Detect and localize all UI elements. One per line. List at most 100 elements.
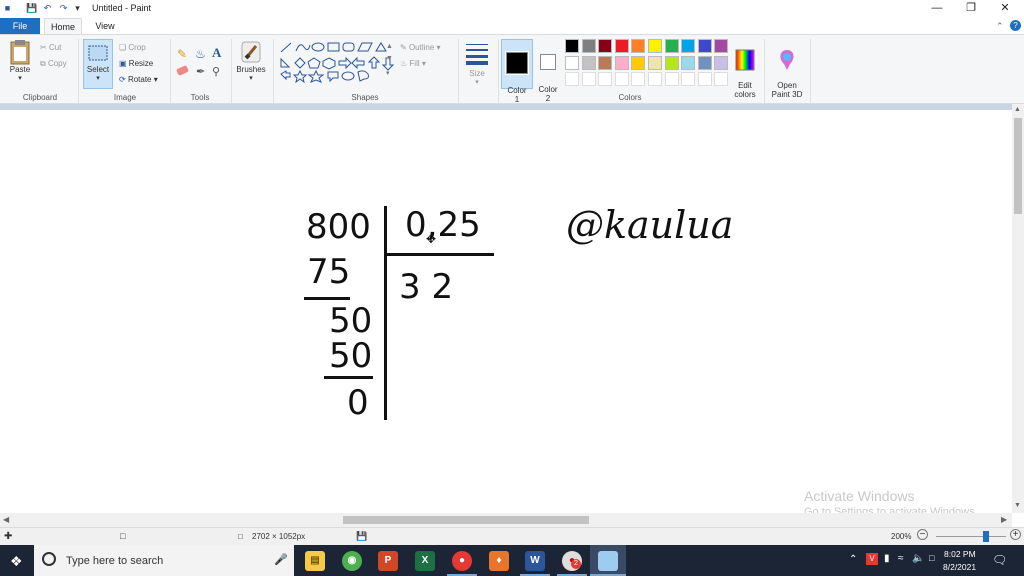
zoom-in-button[interactable]: + — [1010, 529, 1021, 540]
close-button[interactable]: ✕ — [988, 0, 1022, 18]
select-button[interactable]: Select ▾ — [83, 39, 113, 89]
palette-custom-swatch[interactable] — [664, 72, 679, 86]
minimize-button[interactable]: — — [920, 0, 954, 18]
palette-color-swatch[interactable] — [681, 55, 696, 70]
palette-color-swatch[interactable] — [581, 55, 596, 70]
tab-home[interactable]: Home — [44, 18, 82, 34]
palette-color-swatch[interactable] — [565, 55, 579, 70]
vivaldi-tray-icon[interactable]: V — [866, 553, 878, 565]
save-icon[interactable]: 💾 — [26, 3, 37, 14]
scroll-up-icon[interactable]: ▲ — [1014, 106, 1021, 113]
magnifier-icon[interactable]: ⚲ — [212, 65, 220, 78]
microphone-icon[interactable]: 🎤 — [274, 553, 288, 566]
notifications-icon[interactable]: 🗨 — [992, 553, 1007, 567]
excel-icon[interactable]: X — [415, 551, 435, 571]
scroll-left-icon[interactable]: ◀ — [3, 515, 9, 524]
palette-custom-swatch[interactable] — [614, 72, 629, 86]
horizontal-scroll-thumb[interactable] — [343, 516, 589, 524]
word-icon[interactable]: W — [525, 551, 545, 571]
crop-button[interactable]: ❏ Crop — [119, 43, 146, 52]
text-tool-icon[interactable]: A — [212, 45, 221, 61]
open-paint3d-button[interactable]: Open Paint 3D — [767, 39, 807, 108]
redo-icon[interactable]: ↷ — [58, 3, 69, 14]
pencil-icon[interactable]: ✎ — [177, 47, 187, 61]
brave-icon[interactable]: ♦ — [489, 551, 509, 571]
wifi-icon[interactable]: ≈ — [898, 553, 904, 564]
color1-button[interactable]: Color 1 — [501, 39, 533, 104]
cut-button[interactable]: ✂ Cut — [40, 43, 61, 52]
drawing-canvas[interactable]: 800 0,25 75 3 2 50 50 0 @kaulua ✥ Activa… — [0, 110, 1012, 518]
shapes-scroll-down-icon[interactable]: ▼ — [386, 55, 393, 62]
brushes-button[interactable]: Brushes ▾ — [234, 39, 268, 82]
palette-color-swatch[interactable] — [664, 55, 679, 70]
help-icon[interactable]: ? — [1010, 20, 1021, 31]
clock-date[interactable]: 8/2/2021 — [943, 562, 976, 572]
scroll-down-icon[interactable]: ▼ — [1014, 502, 1021, 509]
windows-start-icon[interactable]: ❖ — [10, 553, 23, 570]
palette-color-swatch[interactable] — [565, 39, 579, 53]
horizontal-scrollbar[interactable]: ◀ ▶ — [0, 513, 1012, 527]
palette-color-swatch[interactable] — [681, 39, 696, 53]
battery-icon[interactable]: ▮ — [884, 553, 890, 564]
outline-button[interactable]: ✎ Outline ▾ — [400, 43, 441, 52]
palette-color-swatch[interactable] — [598, 55, 613, 70]
palette-color-swatch[interactable] — [714, 39, 729, 53]
taskbar-search-box[interactable]: Type here to search 🎤 — [34, 545, 294, 576]
vertical-scroll-thumb[interactable] — [1014, 118, 1022, 214]
copy-button[interactable]: ⧉ Copy — [40, 59, 67, 69]
fill-bucket-icon[interactable]: ♨ — [195, 47, 206, 61]
palette-custom-swatch[interactable] — [598, 72, 613, 86]
palette-color-swatch[interactable] — [631, 55, 646, 70]
palette-color-swatch[interactable] — [697, 55, 712, 70]
language-icon[interactable]: □ — [929, 553, 934, 563]
palette-custom-swatch[interactable] — [631, 72, 646, 86]
scroll-right-icon[interactable]: ▶ — [1001, 515, 1007, 524]
palette-custom-swatch[interactable] — [697, 72, 712, 86]
tab-file[interactable]: File — [0, 18, 40, 34]
shapes-scroll-up-icon[interactable]: ▲ — [386, 43, 393, 50]
palette-color-swatch[interactable] — [598, 39, 613, 53]
palette-custom-swatch[interactable] — [565, 72, 579, 86]
palette-custom-swatch[interactable] — [714, 72, 729, 86]
paste-button[interactable]: Paste ▾ — [6, 39, 34, 82]
size-button[interactable]: Size ▾ — [462, 41, 492, 86]
palette-color-swatch[interactable] — [648, 39, 662, 53]
file-explorer-icon[interactable]: ▤ — [305, 551, 325, 571]
zoom-out-button[interactable]: − — [917, 529, 928, 540]
palette-color-swatch[interactable] — [614, 55, 629, 70]
palette-color-swatch[interactable] — [697, 39, 712, 53]
color2-button[interactable]: Color 2 — [535, 39, 561, 112]
palette-color-swatch[interactable] — [631, 39, 646, 53]
vertical-scrollbar[interactable]: ▲ ▼ — [1012, 104, 1024, 513]
palette-color-swatch[interactable] — [648, 55, 662, 70]
palette-color-swatch[interactable] — [714, 55, 729, 70]
palette-color-swatch[interactable] — [581, 39, 596, 53]
show-hidden-icons[interactable]: ⌃ — [849, 554, 857, 565]
palette-custom-swatch[interactable] — [648, 72, 662, 86]
zoom-slider-thumb[interactable] — [983, 531, 990, 542]
palette-color-swatch[interactable] — [664, 39, 679, 53]
green-app-icon[interactable]: ◉ — [342, 551, 362, 571]
palette-color-swatch[interactable] — [614, 39, 629, 53]
fill-button[interactable]: ♨ Fill ▾ — [400, 59, 426, 68]
collapse-ribbon-icon[interactable]: ⌃ — [996, 21, 1004, 32]
shapes-more-icon[interactable]: ▾ — [386, 69, 390, 77]
clock-time[interactable]: 8:02 PM — [944, 549, 976, 559]
maximize-button[interactable]: ❐ — [954, 0, 988, 18]
eraser-icon[interactable] — [176, 65, 189, 76]
edit-colors-button[interactable]: Edit colors — [730, 39, 760, 108]
powerpoint-icon[interactable]: P — [378, 551, 398, 571]
shapes-gallery[interactable] — [278, 41, 396, 83]
palette-custom-swatch[interactable] — [581, 72, 596, 86]
paint-taskbar-active[interactable] — [590, 545, 626, 576]
volume-icon[interactable]: 🔈 — [912, 553, 924, 564]
rotate-button[interactable]: ⟳ Rotate ▾ — [119, 75, 158, 84]
zoom-slider[interactable] — [936, 536, 1006, 537]
chrome-icon[interactable]: ● — [452, 551, 472, 571]
palette-custom-swatch[interactable] — [681, 72, 696, 86]
customize-quick-access-icon[interactable]: ▾ — [72, 3, 83, 14]
resize-button[interactable]: ▣ Resize — [119, 59, 153, 68]
undo-icon[interactable]: ↶ — [42, 3, 53, 14]
tab-view[interactable]: View — [86, 18, 124, 34]
color-picker-icon[interactable]: ✒ — [196, 65, 205, 78]
